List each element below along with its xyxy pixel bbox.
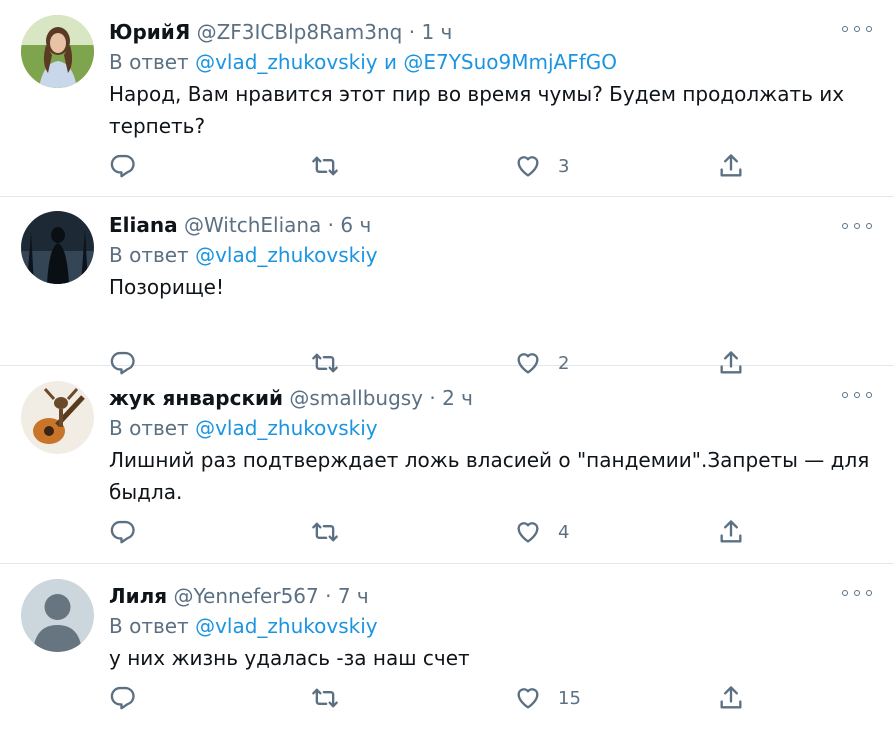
like-count: 15	[558, 687, 581, 709]
tweet-time[interactable]: 7 ч	[338, 584, 369, 608]
display-name[interactable]: ЮрийЯ	[109, 20, 190, 44]
like-count: 3	[558, 155, 570, 177]
tweet[interactable]: Eliana @WitchEliana · 6 ч В ответ @vlad_…	[0, 197, 894, 375]
reply-prefix: В ответ	[109, 614, 189, 638]
retweet-icon	[312, 522, 338, 542]
share-icon	[720, 154, 742, 177]
user-handle[interactable]: @WitchEliana	[184, 213, 321, 237]
tweet-time[interactable]: 6 ч	[340, 213, 371, 237]
heart-icon	[517, 522, 539, 543]
share-button[interactable]	[717, 516, 745, 548]
separator-dot: ·	[325, 584, 332, 608]
retweet-button[interactable]	[311, 516, 339, 548]
separator-dot: ·	[429, 386, 436, 410]
user-handle[interactable]: @ZF3ICBlp8Ram3nq	[197, 20, 403, 44]
reply-prefix: В ответ	[109, 243, 189, 267]
avatar[interactable]	[21, 211, 94, 284]
reply-button[interactable]	[109, 516, 137, 548]
share-icon	[720, 686, 742, 709]
reply-mention-link[interactable]: @vlad_zhukovskiy	[195, 614, 378, 638]
tweet-time[interactable]: 2 ч	[442, 386, 473, 410]
reply-context: В ответ @vlad_zhukovskiy	[109, 610, 874, 642]
tweet-text: у них жизнь удалась -за наш счет	[109, 646, 470, 670]
user-handle[interactable]: @smallbugsy	[289, 386, 423, 410]
reply-icon	[110, 520, 135, 544]
action-bar: 15	[109, 682, 749, 714]
heart-icon	[517, 156, 539, 177]
tweet-time[interactable]: 1 ч	[421, 20, 452, 44]
more-options-icon[interactable]	[842, 219, 872, 233]
action-bar: 3	[109, 150, 749, 182]
reply-prefix: В ответ	[109, 50, 189, 74]
tweet-text: Позорище!	[109, 275, 224, 299]
like-count: 4	[558, 521, 570, 543]
reply-context: В ответ @vlad_zhukovskiy	[109, 412, 874, 444]
display-name[interactable]: Лиля	[109, 584, 167, 608]
share-button[interactable]	[717, 150, 745, 182]
user-handle[interactable]: @Yennefer567	[173, 584, 318, 608]
reply-mention-link[interactable]: @vlad_zhukovskiy	[195, 416, 378, 440]
display-name[interactable]: Eliana	[109, 213, 178, 237]
tweet-text: Народ, Вам нравится этот пир во время чу…	[109, 82, 845, 138]
share-icon	[720, 520, 742, 543]
reply-mention-link[interactable]: @E7YSuo9MmjAFfGO	[403, 50, 617, 74]
avatar[interactable]	[21, 15, 94, 88]
action-bar: 4	[109, 516, 749, 548]
like-button[interactable]: 4	[514, 516, 569, 548]
heart-icon	[517, 688, 539, 709]
avatar[interactable]	[21, 579, 94, 652]
tweet[interactable]: жук январский @smallbugsy · 2 ч В ответ …	[0, 366, 894, 564]
retweet-icon	[312, 156, 338, 176]
reply-joiner: и	[383, 50, 397, 74]
reply-prefix: В ответ	[109, 416, 189, 440]
display-name[interactable]: жук январский	[109, 386, 283, 410]
tweet[interactable]: Лиля @Yennefer567 · 7 ч В ответ @vlad_zh…	[0, 564, 894, 732]
more-options-icon[interactable]	[842, 22, 872, 36]
tweet-text: Лишний раз подтверждает ложь власией о "…	[109, 448, 870, 504]
avatar[interactable]	[21, 381, 94, 454]
separator-dot: ·	[408, 20, 416, 44]
reply-button[interactable]	[109, 682, 137, 714]
separator-dot: ·	[327, 213, 335, 237]
retweet-button[interactable]	[311, 682, 339, 714]
tweet[interactable]: ЮрийЯ @ZF3ICBlp8Ram3nq · 1 ч В ответ @vl…	[0, 0, 894, 197]
more-options-icon[interactable]	[842, 586, 872, 600]
reply-mention-link[interactable]: @vlad_zhukovskiy	[195, 50, 378, 74]
reply-context: В ответ @vlad_zhukovskiy	[109, 239, 874, 271]
reply-icon	[110, 686, 135, 710]
reply-icon	[110, 154, 135, 178]
like-button[interactable]: 3	[514, 150, 569, 182]
retweet-button[interactable]	[311, 150, 339, 182]
reply-button[interactable]	[109, 150, 137, 182]
reply-mention-link[interactable]: @vlad_zhukovskiy	[195, 243, 378, 267]
like-button[interactable]: 15	[514, 682, 581, 714]
retweet-icon	[312, 688, 338, 708]
more-options-icon[interactable]	[842, 388, 872, 402]
reply-context: В ответ @vlad_zhukovskiy и @E7YSuo9MmjAF…	[109, 46, 874, 78]
share-button[interactable]	[717, 682, 745, 714]
